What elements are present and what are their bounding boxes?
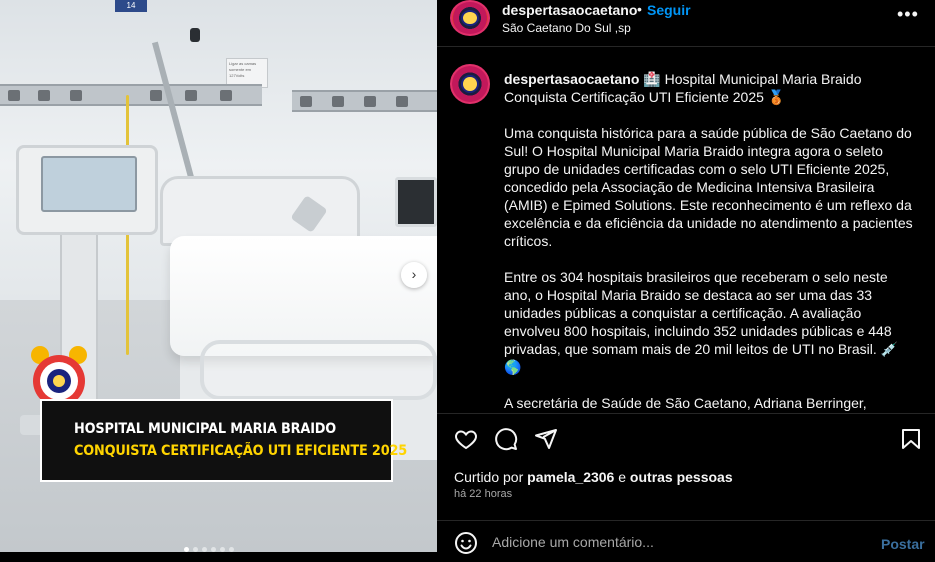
actions-divider [437, 413, 935, 414]
header-divider [437, 46, 935, 47]
carousel-dot [220, 547, 225, 552]
header-username[interactable]: despertasaocaetano [502, 2, 637, 18]
comment-divider [437, 520, 935, 521]
bed-side-rail [200, 340, 437, 400]
bookmark-icon[interactable] [899, 427, 923, 451]
carousel-dot [184, 547, 189, 552]
ventilator [16, 145, 158, 235]
comment-icon[interactable] [494, 427, 518, 451]
header-location[interactable]: São Caetano Do Sul ,sp [502, 21, 631, 35]
ventilator-screen [41, 156, 137, 212]
avatar[interactable] [450, 0, 490, 36]
caption-line-1: HOSPITAL MUNICIPAL MARIA BRAIDO [74, 421, 337, 437]
post-panel: despertasaocaetano • Seguir São Caetano … [437, 0, 935, 562]
action-bar [437, 424, 935, 454]
carousel-indicator [184, 547, 234, 552]
carousel-dot [229, 547, 234, 552]
carousel-dot [193, 547, 198, 552]
chevron-right-icon: › [411, 266, 417, 282]
comment-input[interactable] [492, 531, 862, 553]
post-media[interactable]: 14 Ligar as camas somente em 127Volts › … [0, 0, 437, 552]
caption-username[interactable]: despertasaocaetano [504, 71, 639, 87]
emoji-icon[interactable] [454, 531, 478, 555]
wall-gas-rail-right [292, 90, 437, 112]
follow-button[interactable]: Seguir [647, 2, 691, 18]
likes-summary: Curtido por pamela_2306 e outras pessoas [454, 469, 733, 485]
caption-line-2: CONQUISTA CERTIFICAÇÃO UTI EFICIENTE 202… [74, 443, 408, 459]
wall-gas-rail-left [0, 84, 262, 106]
image-caption-banner: HOSPITAL MUNICIPAL MARIA BRAIDO CONQUIST… [40, 399, 408, 482]
share-icon[interactable] [534, 427, 558, 451]
carousel-dot [202, 547, 207, 552]
liked-by-and: e [618, 469, 627, 485]
carousel-next-button[interactable]: › [401, 262, 427, 288]
post-header: despertasaocaetano • Seguir São Caetano … [437, 0, 935, 46]
heart-icon[interactable] [454, 427, 478, 451]
liked-by-others[interactable]: outras pessoas [630, 469, 733, 485]
post-timestamp[interactable]: há 22 horas [454, 488, 512, 500]
liked-by-user[interactable]: pamela_2306 [527, 469, 614, 485]
liked-by-prefix: Curtido por [454, 469, 524, 485]
patient-monitor [395, 177, 437, 227]
caption-paragraph-2: Entre os 304 hospitais brasileiros que r… [504, 269, 899, 375]
more-options-icon[interactable]: ••• [897, 4, 919, 25]
header-separator: • [637, 1, 642, 17]
bed-mattress [170, 236, 437, 356]
pole-clamp [190, 28, 200, 42]
room-sign: 14 [115, 0, 147, 12]
caption-avatar[interactable] [450, 64, 490, 104]
post-caption: despertasaocaetano 🏥 Hospital Municipal … [504, 70, 914, 412]
carousel-dot [211, 547, 216, 552]
caption-paragraph-1: Uma conquista histórica para a saúde púb… [504, 125, 913, 249]
caption-paragraph-3: A secretária de Saúde de São Caetano, Ad… [504, 395, 867, 411]
post-caption-scroll[interactable]: despertasaocaetano 🏥 Hospital Municipal … [437, 62, 935, 412]
post-comment-button[interactable]: Postar [881, 536, 925, 552]
comment-bar: Postar [437, 522, 935, 562]
